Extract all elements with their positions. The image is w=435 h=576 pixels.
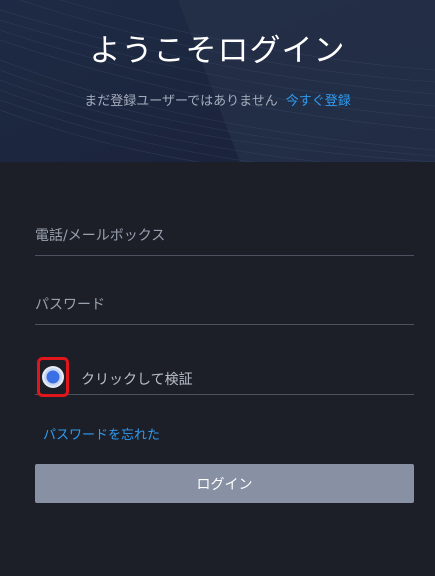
click-verify-control[interactable]: クリックして検証 [35,356,414,397]
register-link[interactable]: 今すぐ登録 [286,94,351,109]
password-field-wrapper [35,290,414,325]
forgot-password-link[interactable]: パスワードを忘れた [43,424,160,443]
phone-email-input[interactable] [35,221,414,251]
login-button[interactable]: ログイン [35,464,414,503]
password-input[interactable] [35,290,414,320]
header-banner: ようこそログイン まだ登録ユーザーではありません 今すぐ登録 [0,0,435,162]
page-title: ようこそログイン [89,33,346,69]
verify-label: クリックして検証 [81,372,193,388]
verify-circle-icon[interactable] [37,357,69,397]
register-prompt: まだ登録ユーザーではありません 今すぐ登録 [0,90,435,109]
phone-email-field-wrapper [35,221,414,256]
no-account-text: まだ登録ユーザーではありません [84,94,278,109]
